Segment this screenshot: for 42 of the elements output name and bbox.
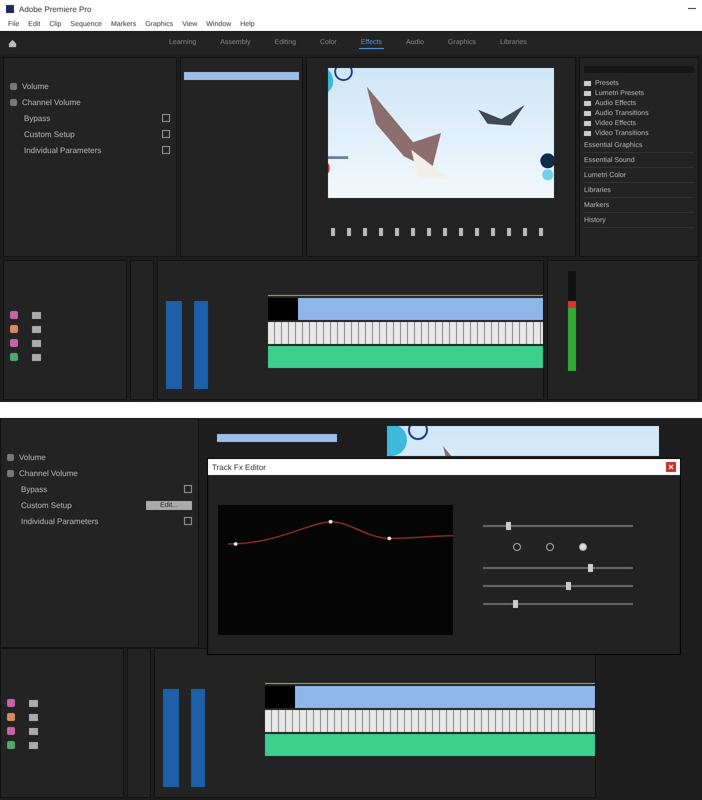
video-clip[interactable] xyxy=(298,298,543,320)
parameter-label: Individual Parameters xyxy=(21,516,98,526)
slider-thumb[interactable] xyxy=(566,582,570,590)
effect-name: Volume xyxy=(19,452,46,462)
checkbox[interactable] xyxy=(162,114,170,122)
audio-clip[interactable] xyxy=(265,710,595,732)
effect-name: Channel Volume xyxy=(22,98,81,106)
parameter-label: Custom Setup xyxy=(24,130,75,138)
radio-button[interactable] xyxy=(546,543,554,551)
app-icon xyxy=(6,5,14,13)
video-clip[interactable] xyxy=(295,686,595,708)
fx-icon xyxy=(10,98,17,106)
radio-button[interactable] xyxy=(513,543,521,551)
audio-clip[interactable] xyxy=(268,346,543,368)
clip-segment[interactable] xyxy=(265,686,295,708)
parameter-label: Bypass xyxy=(24,114,50,122)
parameter-label: Individual Parameters xyxy=(24,146,102,154)
window-title: Adobe Premiere Pro xyxy=(19,4,92,14)
checkbox[interactable] xyxy=(162,130,170,138)
selected-clip-bar[interactable] xyxy=(217,434,337,442)
close-icon[interactable] xyxy=(666,462,676,472)
audio-clip[interactable] xyxy=(268,322,543,344)
clip-segment[interactable] xyxy=(268,298,298,320)
fx-icon xyxy=(7,454,14,460)
slider-thumb[interactable] xyxy=(506,522,510,530)
parameter-label: Bypass xyxy=(21,484,48,494)
radio-button[interactable] xyxy=(579,543,587,551)
parameter-label: Custom Setup xyxy=(21,500,72,510)
checkbox[interactable] xyxy=(184,485,192,493)
audio-clip[interactable] xyxy=(265,734,595,756)
effect-name: Channel Volume xyxy=(19,468,78,478)
slider-thumb[interactable] xyxy=(588,564,593,572)
fx-icon xyxy=(10,82,17,90)
checkbox[interactable] xyxy=(162,146,170,154)
effect-name: Volume xyxy=(22,82,49,90)
minimize-icon[interactable] xyxy=(688,8,696,10)
dialog-title: Track Fx Editor xyxy=(212,462,266,472)
selected-clip-bar[interactable] xyxy=(184,72,299,80)
slider-thumb[interactable] xyxy=(513,600,518,608)
fx-icon xyxy=(7,470,14,476)
home-icon[interactable] xyxy=(8,38,17,48)
checkbox[interactable] xyxy=(184,517,192,525)
